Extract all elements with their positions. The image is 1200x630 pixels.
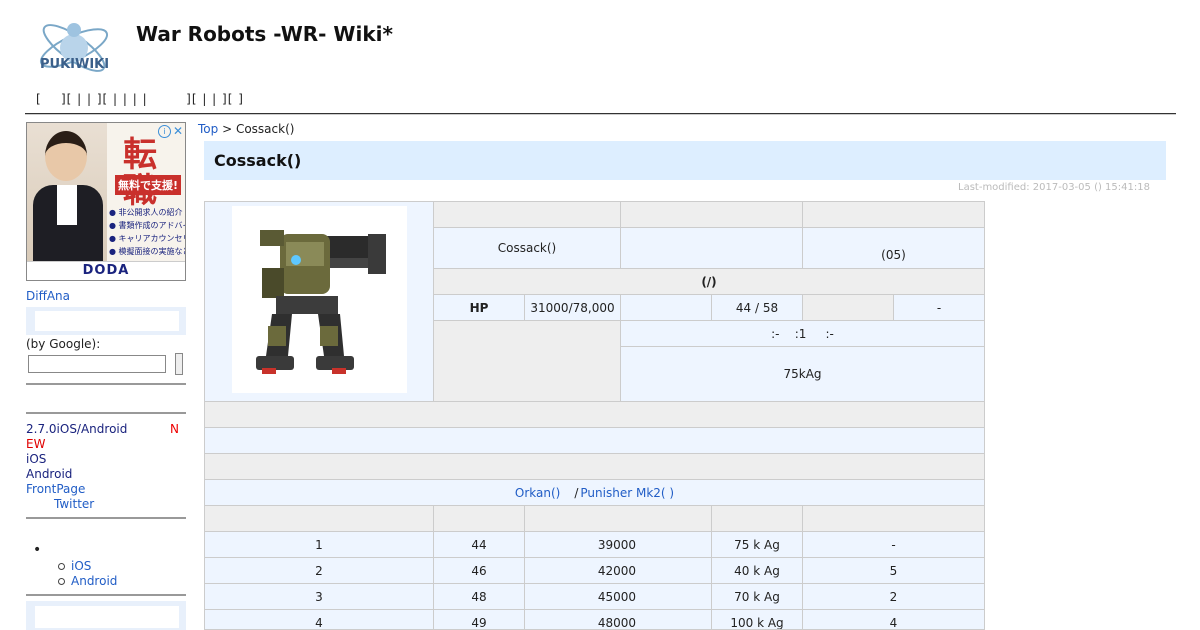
speed-value: 44 / 58 [712,295,803,321]
sidebar-divider [26,594,186,596]
sidebar-link-twitter[interactable]: Twitter [54,497,94,511]
table-row [205,454,984,480]
table-cell [803,295,894,321]
table-row [205,402,984,428]
time-cell: 5 [803,558,984,584]
table-row [205,428,984,454]
ad-banner[interactable]: 転職 無料で支援! ● 非公開求人の紹介 ● 書類作成のアドバイス ● キャリア… [26,122,186,281]
level-cell: 3 [205,584,434,610]
sidebar-subitem-ios[interactable]: iOS [71,559,91,573]
ad-headline: 転職 [123,135,157,209]
site-title: War Robots -WR- Wiki* [136,22,393,46]
speed-cell: 49 [434,610,525,629]
info-icon[interactable]: i [158,125,171,138]
section-header: (/) [434,269,984,295]
level-cell: 4 [205,610,434,629]
google-search-label: (by Google): [26,337,101,351]
time-cell: 2 [803,584,984,610]
ad-person-image [27,123,107,261]
speed-cell: 48 [434,584,525,610]
cost-cell: 100 k Ag [712,610,803,629]
hp-cell: 42000 [525,558,712,584]
ad-bullet: ● 模擬面接の実施など [109,247,186,256]
ad-bullet: ● 非公開求人の紹介 [109,208,183,217]
breadcrumb-current: Cossack() [235,122,295,136]
sidebar-box [26,307,186,335]
table-header-cell [803,506,984,532]
breadcrumb-separator: > [218,122,236,136]
sidebar-link-ios[interactable]: iOS [26,452,46,466]
alt-link-punisher[interactable]: Punisher Mk2( ) [580,486,674,500]
ad-bullet: ● キャリアカウンセリング [109,234,185,243]
table-cell [621,202,803,228]
search-button[interactable] [175,353,183,375]
page-title-bar: Cossack() [204,141,1166,180]
level-cell: 1 [205,532,434,558]
sidebar-divider [26,517,186,519]
alt-separator: / [574,485,579,500]
last-modified: Last-modified: 2017-03-05 () 15:41:18 [958,182,1150,193]
speed-cell: 46 [434,558,525,584]
speed-cell: 44 [434,532,525,558]
new-badge: N [170,422,179,436]
breadcrumb: Top > Cossack() [198,122,294,136]
alt-link-orkan[interactable]: Orkan() [515,486,560,500]
sidebar-link-version[interactable]: 2.7.0iOS/Android [26,422,127,436]
hp-label: HP [434,295,525,321]
breadcrumb-top-link[interactable]: Top [198,122,218,136]
cost-cell: 75 k Ag [712,532,803,558]
cost-cell: 70 k Ag [712,584,803,610]
sidebar-link-android[interactable]: Android [26,467,72,481]
robot-image [232,206,407,393]
sidebar-link-ew[interactable]: EW [26,437,45,451]
hp-cell: 39000 [525,532,712,558]
sidebar-subitem-android[interactable]: Android [71,574,117,588]
table-cell [621,228,803,269]
hp-cell: 48000 [525,610,712,629]
sidebar-link-frontpage[interactable]: FrontPage [26,482,85,496]
hp-value: 31000/78,000 [525,295,621,321]
diffana-link[interactable]: DiffAna [26,289,70,303]
ad-brand: DODA [27,261,185,280]
level-cell: 2 [205,558,434,584]
slots-cell: (05) [803,228,984,269]
table-header-cell [712,506,803,532]
logo-text: PUKIWIKI [40,57,109,72]
sidebar-subitem[interactable]: iOS [58,559,91,573]
close-icon[interactable]: ✕ [173,124,183,138]
price-value: 75kAg [621,347,984,402]
pukiwiki-logo[interactable]: PUKIWIKI [34,10,114,85]
table-cell [621,295,712,321]
sidebar-divider [26,383,186,385]
top-navbar[interactable]: [ ][ | | ][ | | | | ][ | | ][ ] [36,92,244,106]
sidebar-divider [26,412,186,414]
hardpoints-value: :- :1 :- [621,321,984,347]
robot-name-cell: Cossack() [434,228,621,269]
alternatives-row: Orkan() / Punisher Mk2( ) [205,480,984,506]
search-input[interactable] [28,355,166,373]
table-cell [434,321,621,402]
sidebar-subitem[interactable]: Android [58,574,117,588]
dash-value: - [894,295,984,321]
cost-cell: 40 k Ag [712,558,803,584]
hp-cell: 45000 [525,584,712,610]
ad-bullet: ● 書類作成のアドバイス [109,221,185,230]
header-divider [25,113,1176,115]
table-cell [803,202,984,228]
sidebar-box [26,601,186,630]
page-title: Cossack() [214,151,302,170]
table-header-cell [434,506,525,532]
table-header-cell [205,506,434,532]
table-header-cell [525,506,712,532]
time-cell: - [803,532,984,558]
list-bullet: • [33,542,42,558]
ad-subhead: 無料で支援! [115,175,182,195]
table-cell [434,202,621,228]
time-cell: 4 [803,610,984,629]
